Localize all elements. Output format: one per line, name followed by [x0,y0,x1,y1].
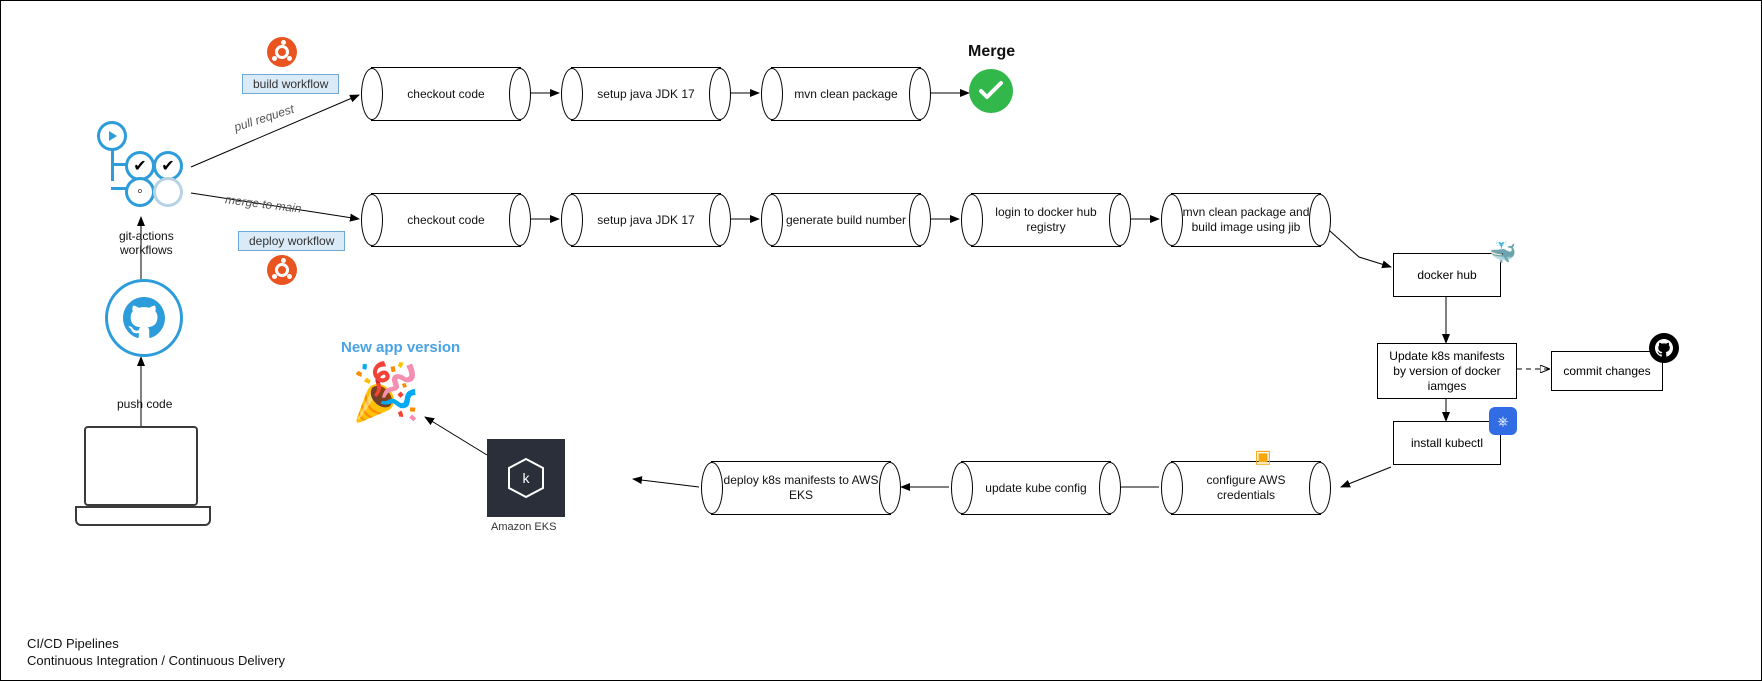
step-mvn-clean-package: mvn clean package [771,67,921,121]
new-app-version-label: New app version [341,339,460,356]
aws-icon: ▣ [1254,447,1271,468]
step-mvn-build-jib: mvn clean package and build image using … [1171,193,1321,247]
merge-check-icon [969,69,1013,113]
svg-text:k: k [523,470,531,486]
git-actions-label: git-actions workflows [119,229,174,257]
github-icon [1649,333,1679,363]
footer-text: CI/CD Pipelines Continuous Integration /… [27,636,285,670]
deploy-workflow-tag: deploy workflow [238,231,345,251]
amazon-eks-icon: k [487,439,565,517]
amazon-eks-label: Amazon EKS [491,521,556,533]
step-update-kube-config: update kube config [961,461,1111,515]
kubernetes-icon: ⎈ [1489,407,1517,435]
merge-to-main-label: merge to main [224,192,302,215]
step-checkout-code: checkout code [371,193,521,247]
build-workflow-tag: build workflow [242,74,339,94]
step-checkout-code: checkout code [371,67,521,121]
step-generate-build-number: generate build number [771,193,921,247]
developer-laptop [83,426,199,524]
push-code-label: push code [117,397,172,411]
step-configure-aws: configure AWS credentials [1171,461,1321,515]
party-icon: 🎉 [351,359,421,425]
step-setup-jdk17: setup java JDK 17 [571,193,721,247]
diagram-canvas: push code ✔ ✔ ◦ git-actions workflows pu… [0,0,1762,681]
step-deploy-to-eks: deploy k8s manifests to AWS EKS [711,461,891,515]
git-actions-label-line2: workflows [120,243,173,257]
step-docker-login: login to docker hub registry [971,193,1121,247]
step-setup-jdk17: setup java JDK 17 [571,67,721,121]
footer-line1: CI/CD Pipelines [27,636,119,651]
docker-icon: 🐳 [1489,240,1516,266]
git-actions-workflows-icon: ✔ ✔ ◦ [97,121,197,211]
docker-hub-box: docker hub [1393,253,1501,297]
install-kubectl-box: install kubectl [1393,421,1501,465]
ubuntu-icon [267,37,297,67]
ubuntu-icon [267,255,297,285]
pull-request-label: pull request [232,102,295,134]
merge-label: Merge [968,43,1015,61]
update-k8s-manifests-box: Update k8s manifests by version of docke… [1377,343,1517,399]
git-actions-label-line1: git-actions [119,229,174,243]
footer-line2: Continuous Integration / Continuous Deli… [27,653,285,668]
github-icon [105,279,183,357]
commit-changes-box: commit changes [1551,351,1663,391]
